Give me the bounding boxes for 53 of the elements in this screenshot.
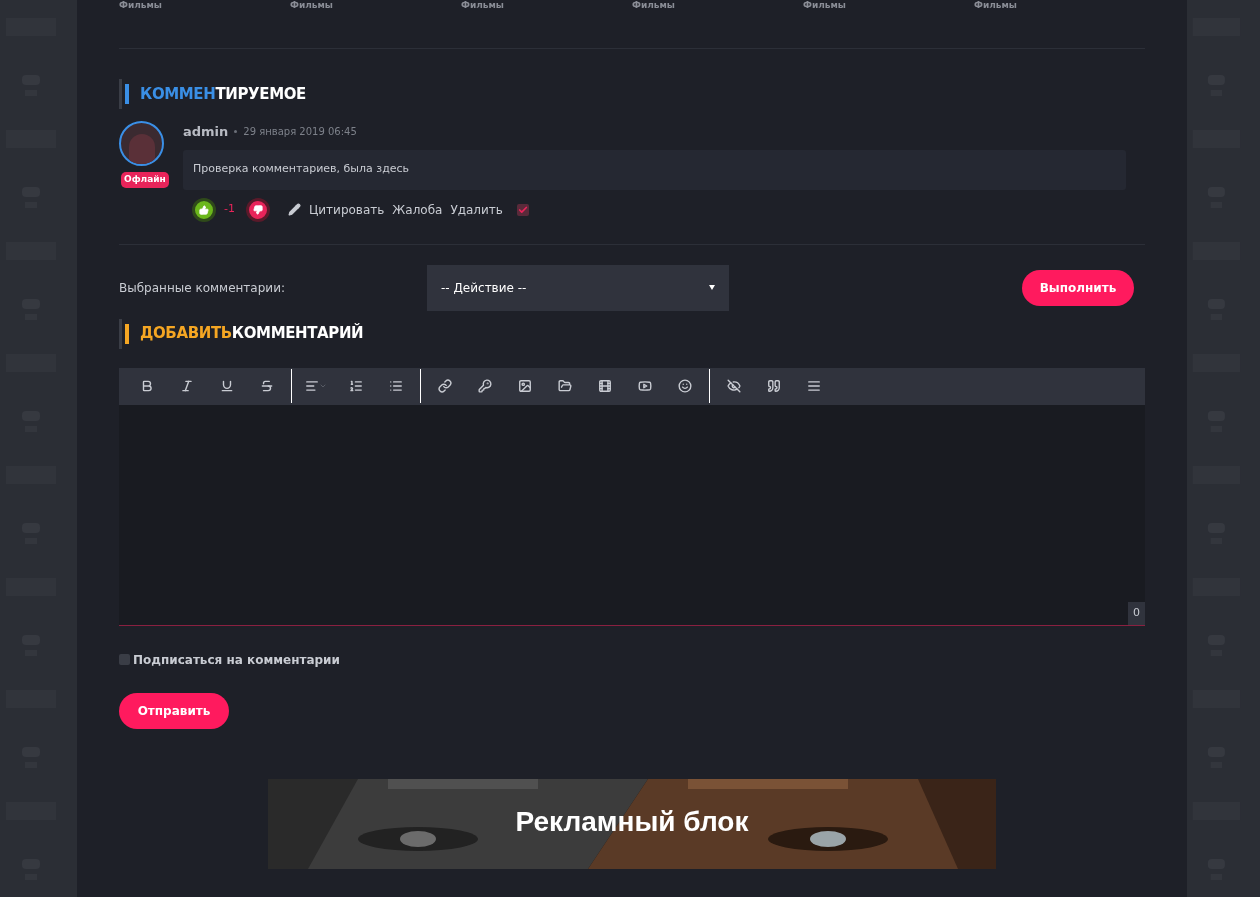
category-link[interactable]: Фильмы: [461, 0, 632, 10]
thumbs-up-icon: [199, 204, 209, 215]
caret-icon: [319, 382, 327, 390]
bold-icon: [140, 379, 154, 393]
check-icon: [517, 204, 528, 215]
comment-action-link[interactable]: Жалоба: [392, 200, 443, 219]
select-checkbox[interactable]: [516, 203, 529, 216]
author-name[interactable]: admin: [183, 122, 229, 142]
section-title: ДОБАВИТЬКОММЕНТАРИЙ: [140, 322, 364, 345]
bulk-label: Выбранные комментарии:: [119, 279, 286, 297]
film-icon: [598, 379, 612, 393]
ad-text: Рекламный блок: [515, 804, 749, 837]
section-title: КОММЕНТИРУЕМОЕ: [140, 83, 306, 105]
category-link[interactable]: Фильмы: [632, 0, 803, 10]
status-badge: Офлайн: [121, 172, 169, 188]
avatar: [119, 121, 164, 166]
category-link[interactable]: Фильмы: [803, 0, 974, 10]
text-lines-icon: [807, 379, 821, 393]
rating-value: -1: [224, 201, 236, 218]
pencil-icon: [288, 203, 301, 216]
comment-action-link[interactable]: Удалить: [450, 200, 503, 219]
key-icon: [478, 379, 492, 393]
subscribe-label: Подписаться на комментарии: [133, 651, 340, 669]
subscribe-checkbox[interactable]: [119, 654, 130, 665]
character-counter: 0: [1128, 602, 1145, 625]
strikethrough-icon: [260, 379, 274, 393]
caret-icon: [709, 285, 715, 290]
category-link[interactable]: Фильмы: [974, 0, 1145, 10]
underline-icon: [220, 379, 234, 393]
action-dropdown[interactable]: -- Действие --: [427, 264, 729, 311]
submit-button[interactable]: Отправить: [119, 692, 229, 729]
comment-action-link[interactable]: Цитировать: [309, 200, 385, 219]
image-icon: [518, 379, 532, 393]
align-left-icon: [305, 379, 319, 393]
thumbs-down-icon: [253, 204, 263, 215]
link-icon: [438, 379, 452, 393]
italic-icon: [180, 379, 194, 393]
execute-button[interactable]: Выполнить: [1022, 269, 1134, 306]
eye-off-icon: [727, 379, 741, 393]
ad-banner[interactable]: Рекламный блок: [268, 778, 996, 869]
folder-icon: [558, 379, 572, 393]
like-button[interactable]: [192, 197, 216, 222]
category-link[interactable]: Фильмы: [119, 0, 290, 10]
quote-icon: [767, 379, 781, 393]
category-link[interactable]: Фильмы: [290, 0, 461, 10]
play-icon: [638, 379, 652, 393]
bullet-list-icon: [389, 379, 403, 393]
comment-textarea[interactable]: 0: [119, 404, 1145, 626]
comment-date: 29 января 2019 06:45: [243, 125, 357, 140]
ordered-list-icon: [349, 379, 363, 393]
comment-body: Проверка комментариев, была здесь: [183, 149, 1126, 190]
dislike-button[interactable]: [246, 197, 270, 222]
smiley-icon: [678, 379, 692, 393]
